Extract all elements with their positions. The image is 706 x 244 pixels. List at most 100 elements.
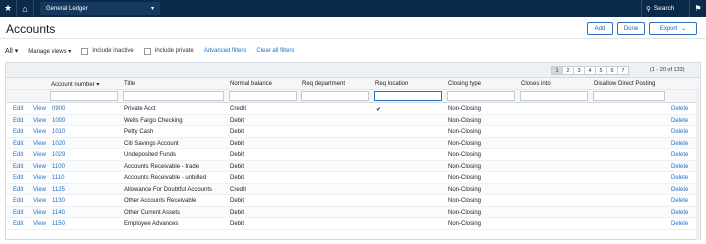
view-link[interactable]: View (33, 198, 46, 204)
export-label: Export (659, 25, 678, 32)
table-row: Edit View 1110 Accounts Receivable - unbill… (6, 172, 700, 184)
include-inactive-checkbox[interactable] (81, 47, 89, 55)
normal-balance-cell: Debit (230, 175, 245, 181)
column-header-closing-type[interactable]: Closing type (448, 81, 481, 87)
view-link[interactable]: View (33, 210, 46, 216)
edit-link[interactable]: Edit (13, 198, 23, 204)
column-header-account-number[interactable]: Account number ▾ (51, 81, 99, 88)
edit-link[interactable]: Edit (13, 118, 23, 124)
edit-link[interactable]: Edit (13, 152, 23, 158)
include-private-checkbox[interactable] (143, 47, 151, 55)
view-link[interactable]: View (33, 164, 46, 170)
star-icon[interactable]: ★ (0, 0, 17, 17)
account-number-link[interactable]: 1100 (52, 164, 65, 170)
delete-link[interactable]: Delete (671, 187, 688, 193)
table-row: Edit View 1140 Other Current Assets Debit Non… (6, 206, 700, 218)
normal-balance-cell: Credit (230, 106, 247, 112)
view-link[interactable]: View (33, 141, 46, 147)
normal-balance-cell: Debit (230, 117, 245, 124)
delete-link[interactable]: Delete (671, 118, 688, 124)
view-link[interactable]: View (33, 106, 46, 112)
filter-req-location-input[interactable] (374, 91, 442, 101)
manage-views-dropdown[interactable]: Manage views ▾ (28, 48, 71, 55)
filter-closes-into-input[interactable] (520, 91, 588, 101)
column-header-req-department[interactable]: Req department (302, 81, 345, 87)
closing-type-cell: Non-Closing (448, 152, 482, 158)
view-link[interactable]: View (33, 152, 46, 158)
edit-link[interactable]: Edit (13, 187, 23, 193)
title-cell: Citi Savings Account (124, 140, 179, 147)
table-row: Edit View 0900 Private Acct Credit ✔ Non-Closi… (6, 103, 700, 115)
closing-type-cell: Non-Closing (448, 117, 482, 124)
table-row: Edit View 1130 Other Accounts Receivable Deb… (6, 195, 700, 207)
delete-link[interactable]: Delete (671, 141, 688, 147)
delete-link[interactable]: Delete (671, 129, 688, 135)
account-number-link[interactable]: 1150 (52, 221, 65, 227)
include-private-label: Include private (154, 48, 194, 54)
column-header-req-location[interactable]: Req location (375, 81, 408, 87)
account-number-link[interactable]: 1020 (52, 141, 65, 147)
delete-link[interactable]: Delete (671, 210, 688, 216)
home-icon[interactable]: ⌂ (17, 0, 34, 17)
edit-link[interactable]: Edit (13, 141, 23, 147)
include-private-toggle[interactable]: Include private (143, 47, 194, 55)
delete-link[interactable]: Delete (671, 175, 688, 181)
view-link[interactable]: View (33, 187, 46, 193)
normal-balance-cell: Debit (230, 140, 245, 147)
edit-link[interactable]: Edit (13, 210, 23, 216)
done-button[interactable]: Done (617, 22, 645, 35)
export-button[interactable]: Export ⌄ (649, 22, 697, 35)
caret-down-icon: ▾ (14, 48, 19, 55)
filter-disallow-direct-posting-input[interactable] (593, 91, 665, 101)
delete-link[interactable]: Delete (671, 221, 688, 227)
filter-title-input[interactable] (123, 91, 224, 101)
view-link[interactable]: View (33, 129, 46, 135)
delete-link[interactable]: Delete (671, 152, 688, 158)
page-button[interactable]: 7 (617, 66, 629, 75)
account-number-link[interactable]: 1000 (52, 118, 65, 124)
filter-normal-balance-input[interactable] (229, 91, 297, 101)
account-number-link[interactable]: 1125 (52, 187, 65, 193)
account-number-link[interactable]: 1029 (52, 152, 65, 158)
account-number-link[interactable]: 1130 (52, 198, 65, 204)
account-number-link[interactable]: 1110 (52, 175, 64, 181)
table-row: Edit View 1029 Undeposited Funds Debit Non-Cl… (6, 149, 700, 161)
account-number-link[interactable]: 1140 (52, 210, 65, 216)
closing-type-cell: Non-Closing (448, 186, 482, 193)
include-inactive-toggle[interactable]: Include inactive (81, 47, 134, 55)
column-header-closes-into[interactable]: Closes into (521, 81, 551, 87)
filter-closing-type-input[interactable] (447, 91, 515, 101)
account-number-link[interactable]: 1010 (52, 129, 65, 135)
table-row: Edit View 1100 Accounts Receivable - trade D… (6, 160, 700, 172)
filter-account-number-input[interactable] (50, 91, 118, 101)
edit-link[interactable]: Edit (13, 106, 23, 112)
delete-link[interactable]: Delete (671, 164, 688, 170)
advanced-filters-link[interactable]: Advanced filters (204, 48, 247, 54)
edit-link[interactable]: Edit (13, 129, 23, 135)
edit-link[interactable]: Edit (13, 164, 23, 170)
closing-type-cell: Non-Closing (448, 129, 482, 135)
column-header-title[interactable]: Title (124, 81, 135, 87)
module-dropdown[interactable]: General Ledger ▾ (40, 2, 160, 15)
delete-link[interactable]: Delete (671, 198, 688, 204)
search-button[interactable]: ⚲ Search (641, 0, 686, 17)
bookmark-icon[interactable]: ⚑ (689, 0, 706, 17)
clear-all-filters-link[interactable]: Clear all filters (256, 48, 294, 54)
view-link[interactable]: View (33, 221, 46, 227)
vertical-scrollbar[interactable] (696, 90, 700, 240)
pagination-range: (1 - 20 of 133) (650, 67, 685, 73)
edit-link[interactable]: Edit (13, 175, 23, 181)
add-button[interactable]: Add (587, 22, 613, 35)
view-link[interactable]: View (33, 118, 46, 124)
edit-link[interactable]: Edit (13, 221, 23, 227)
table-body: Edit View 0900 Private Acct Credit ✔ Non-Closi… (6, 103, 700, 230)
search-icon: ⚲ (646, 5, 651, 13)
column-header-normal-balance[interactable]: Normal balance (230, 81, 272, 87)
view-link[interactable]: View (33, 175, 46, 181)
column-header-disallow-direct-posting[interactable]: Disallow Direct Posting (594, 81, 655, 87)
view-selector[interactable]: All ▾ (5, 47, 18, 55)
account-number-link[interactable]: 0900 (52, 106, 65, 112)
filter-req-department-input[interactable] (301, 91, 369, 101)
normal-balance-cell: Debit (230, 221, 245, 227)
delete-link[interactable]: Delete (671, 106, 688, 112)
